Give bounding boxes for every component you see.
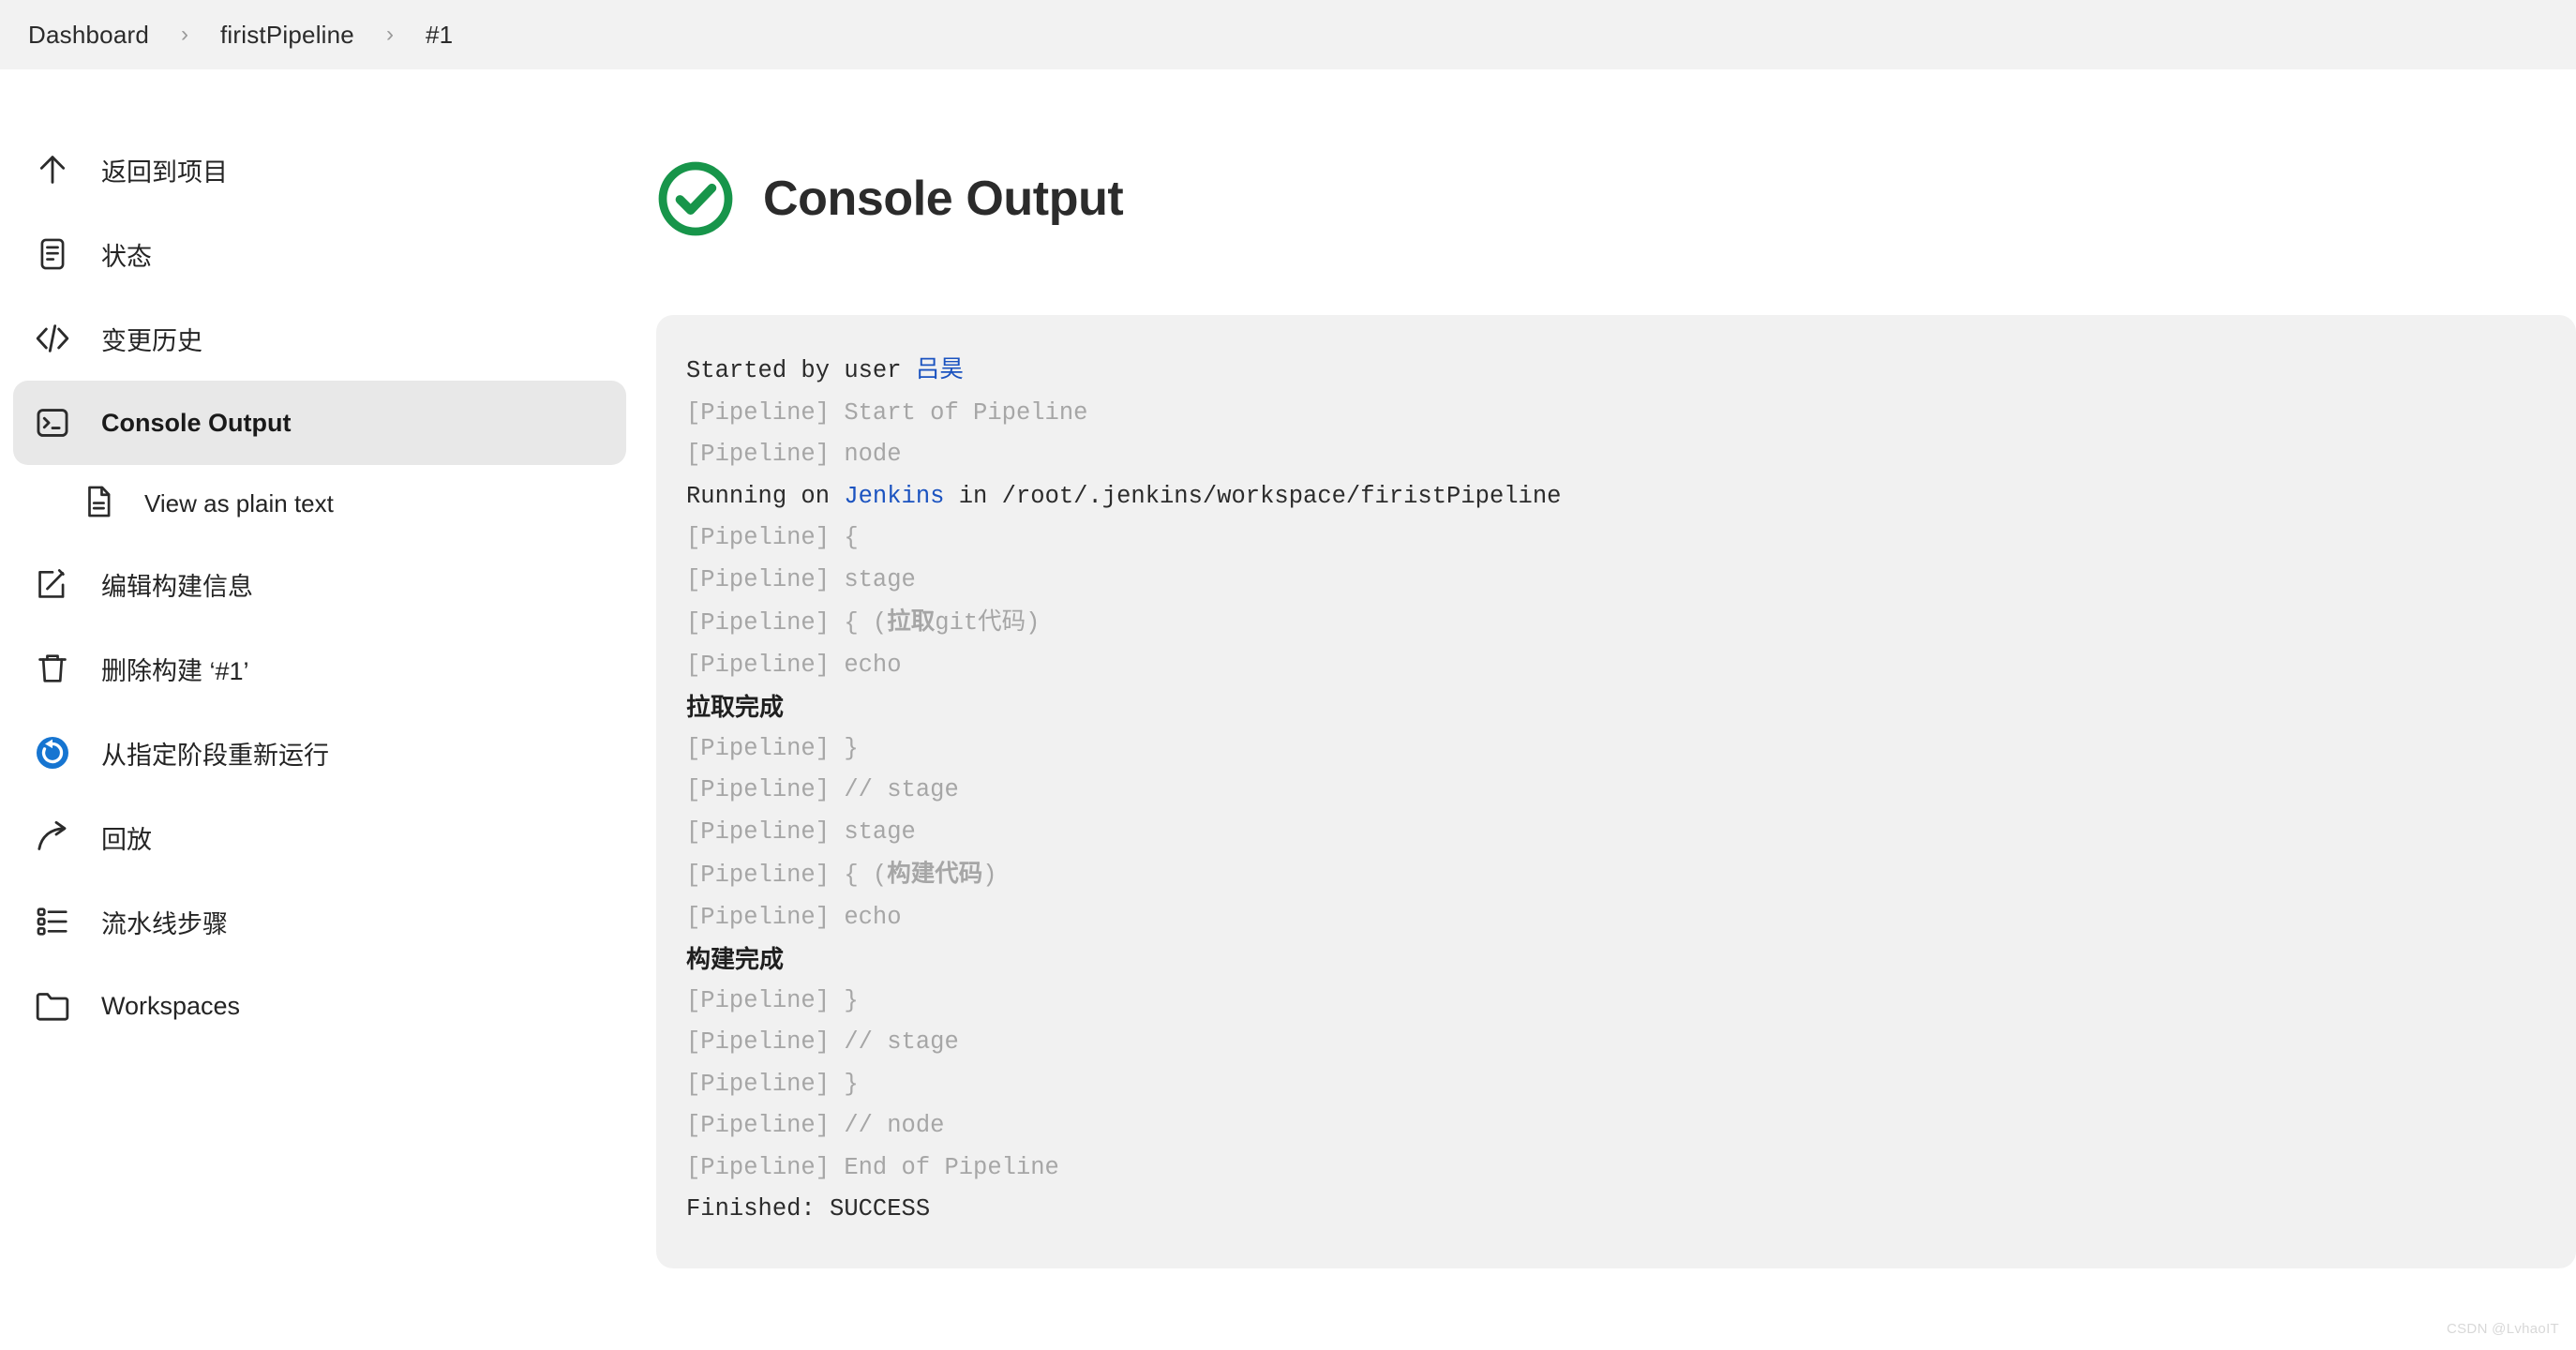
console-log-text: [Pipeline] } <box>686 986 859 1014</box>
console-log-line: 拉取完成 <box>686 686 2576 728</box>
console-log-text: in /root/.jenkins/workspace/firistPipeli… <box>944 482 1562 510</box>
success-check-icon <box>656 159 735 238</box>
breadcrumb-item-pipeline[interactable]: firistPipeline <box>220 21 354 50</box>
main-content: Console Output Started by user 吕昊 [Pipeli… <box>647 69 2576 1350</box>
console-log-line: 构建完成 <box>686 938 2576 981</box>
console-log-line: [Pipeline] // stage <box>686 1022 2576 1064</box>
console-log-line: [Pipeline] Start of Pipeline <box>686 393 2576 435</box>
sidebar-item-label: 回放 <box>101 825 152 854</box>
sidebar-item-label: Console Output <box>101 408 292 437</box>
folder-icon <box>32 985 73 1027</box>
console-log-text: 拉取 <box>887 608 936 635</box>
sidebar-item-workspaces[interactable]: Workspaces <box>13 964 626 1048</box>
console-log-text: [Pipeline] { ( <box>686 609 888 637</box>
console-log-text: [Pipeline] End of Pipeline <box>686 1153 1059 1181</box>
console-log-text: [Pipeline] } <box>686 1070 859 1098</box>
console-log-text: [Pipeline] { <box>686 524 859 551</box>
console-log-line: [Pipeline] echo <box>686 897 2576 939</box>
terminal-icon <box>32 402 73 443</box>
console-log-line: [Pipeline] node <box>686 434 2576 476</box>
document-icon <box>32 233 73 275</box>
console-log-line: [Pipeline] stage <box>686 560 2576 602</box>
console-log-line: [Pipeline] // stage <box>686 770 2576 812</box>
sidebar-item-label: 删除构建 ‘#1’ <box>101 656 249 685</box>
sidebar-item-label: 编辑构建信息 <box>101 572 253 601</box>
console-log-line: [Pipeline] stage <box>686 812 2576 854</box>
plain-text-icon <box>81 484 116 524</box>
console-log-text: [Pipeline] // stage <box>686 776 959 803</box>
page-title: Console Output <box>763 172 1124 226</box>
restart-icon <box>32 732 73 773</box>
breadcrumb-item-dashboard[interactable]: Dashboard <box>28 21 149 50</box>
sidebar-subitem-view-as-plain-text[interactable]: View as plain text <box>13 465 626 542</box>
sidebar-item-pipeline-steps[interactable]: 流水线步骤 <box>13 879 626 964</box>
console-log-text: 拉取完成 <box>686 693 785 721</box>
sidebar-item-label: 返回到项目 <box>101 158 228 187</box>
console-output-panel[interactable]: Started by user 吕昊 [Pipeline] Start of Pi… <box>656 315 2576 1268</box>
console-log-link[interactable]: Jenkins <box>844 483 944 510</box>
sidebar-subitem-label: View as plain text <box>144 488 334 518</box>
console-log-text: [Pipeline] // stage <box>686 1028 959 1056</box>
console-log-line: Finished: SUCCESS <box>686 1189 2576 1231</box>
sidebar-item-status[interactable]: 状态 <box>13 212 626 296</box>
sidebar-item-restart-from-stage[interactable]: 从指定阶段重新运行 <box>13 711 626 795</box>
console-log-text: Finished: SUCCESS <box>686 1195 931 1222</box>
sidebar-item-edit-build-information[interactable]: 编辑构建信息 <box>13 542 626 626</box>
console-log-line: [Pipeline] } <box>686 728 2576 771</box>
console-log-text: ) <box>982 862 997 889</box>
console-log-text: [Pipeline] // node <box>686 1112 945 1139</box>
sidebar-item-label: 状态 <box>101 242 152 271</box>
sidebar-item-label: 流水线步骤 <box>101 909 228 938</box>
replay-icon <box>32 817 73 858</box>
page-body: 返回到项目 状态 变更历史 Console Output View as pla… <box>0 69 2576 1350</box>
console-log-text: [Pipeline] echo <box>686 651 902 679</box>
console-log-line: [Pipeline] } <box>686 1064 2576 1106</box>
console-log-line: [Pipeline] End of Pipeline <box>686 1148 2576 1190</box>
console-log-text: [Pipeline] Start of Pipeline <box>686 398 1088 427</box>
breadcrumb-separator-icon: › <box>181 22 188 47</box>
page-header: Console Output <box>647 159 2576 238</box>
console-log-text: Started by user <box>686 357 916 384</box>
breadcrumb: Dashboard › firistPipeline › #1 <box>0 0 2576 69</box>
console-log-line: [Pipeline] { (构建代码) <box>686 853 2576 897</box>
code-icon <box>32 318 73 359</box>
console-log-text: [Pipeline] stage <box>686 818 916 846</box>
console-log-line: Started by user 吕昊 <box>686 351 2576 393</box>
console-log-text: [Pipeline] echo <box>686 903 902 931</box>
console-log-text: 构建代码 <box>887 861 983 887</box>
console-log-text: git代码) <box>935 609 1041 637</box>
sidebar-item-delete-build[interactable]: 删除构建 ‘#1’ <box>13 626 626 711</box>
watermark-text: CSDN @LvhaoIT <box>2447 1321 2559 1337</box>
console-log-text: 构建完成 <box>686 945 785 973</box>
arrow-up-icon <box>32 149 73 190</box>
breadcrumb-item-build[interactable]: #1 <box>426 21 453 50</box>
breadcrumb-separator-icon: › <box>385 22 394 47</box>
steps-icon <box>32 901 73 942</box>
console-log-text: Running on <box>686 482 845 510</box>
console-log-line: [Pipeline] { <box>686 518 2576 560</box>
console-log-text: [Pipeline] } <box>686 734 859 762</box>
console-log-line: [Pipeline] // node <box>686 1105 2576 1148</box>
console-log-text: [Pipeline] { ( <box>686 862 888 889</box>
console-log-line: [Pipeline] echo <box>686 645 2576 687</box>
edit-icon <box>32 563 73 605</box>
sidebar-item-label: Workspaces <box>101 991 241 1020</box>
console-log-link[interactable]: 吕昊 <box>916 357 964 384</box>
sidebar-item-change-history[interactable]: 变更历史 <box>13 296 626 381</box>
sidebar-item-console-output[interactable]: Console Output <box>13 381 626 465</box>
sidebar-item-label: 变更历史 <box>101 326 202 355</box>
sidebar: 返回到项目 状态 变更历史 Console Output View as pla… <box>0 69 647 1350</box>
console-log-text: [Pipeline] node <box>686 441 902 468</box>
console-log-line: Running on Jenkins in /root/.jenkins/wor… <box>686 476 2576 518</box>
console-log-text: [Pipeline] stage <box>686 565 916 593</box>
console-log-lines: Started by user 吕昊 [Pipeline] Start of Pi… <box>686 351 2576 1231</box>
sidebar-item-back-to-project[interactable]: 返回到项目 <box>13 128 626 212</box>
sidebar-item-label: 从指定阶段重新运行 <box>101 741 329 770</box>
console-log-line: [Pipeline] } <box>686 981 2576 1023</box>
console-log-line: [Pipeline] { (拉取git代码) <box>686 601 2576 645</box>
trash-icon <box>32 648 73 689</box>
sidebar-item-replay[interactable]: 回放 <box>13 795 626 879</box>
